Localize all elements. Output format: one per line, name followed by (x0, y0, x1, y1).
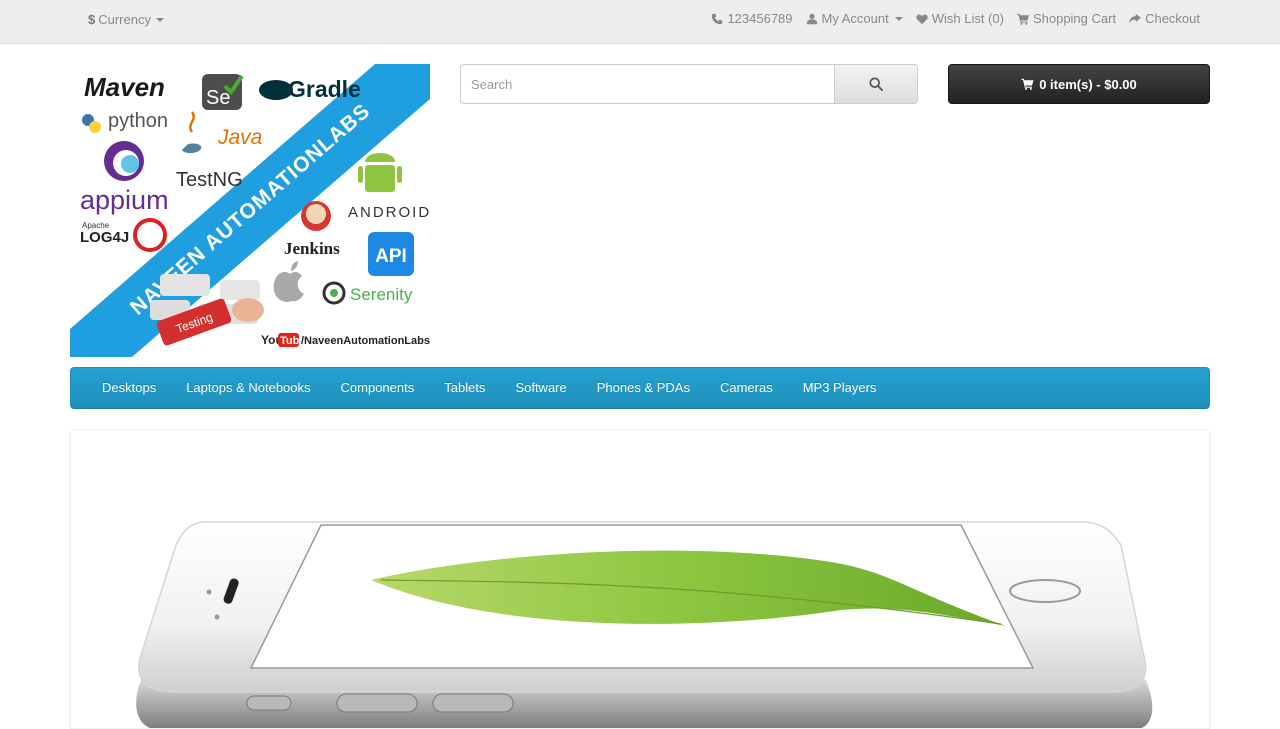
checkout-link[interactable]: Checkout (1129, 11, 1200, 26)
my-account-dropdown[interactable]: My Account (806, 11, 903, 26)
currency-label: Currency (98, 12, 151, 27)
my-account-label: My Account (821, 11, 889, 26)
menu-item-desktops[interactable]: Desktops (87, 368, 171, 408)
menu-item-software[interactable]: Software (500, 368, 581, 408)
shopping-cart-link[interactable]: Shopping Cart (1016, 11, 1117, 26)
menu-item-tablets[interactable]: Tablets (429, 368, 500, 408)
top-bar: $ Currency 123456789 My Account Wish Lis… (0, 0, 1280, 44)
cart-total-label: 0 item(s) - $0.00 (1039, 76, 1137, 92)
currency-symbol: $ (88, 12, 96, 27)
java-logo-text: Java (217, 126, 262, 149)
menu-item-mp3-players[interactable]: MP3 Players (788, 368, 892, 408)
phone-icon (712, 13, 723, 24)
android-logo-text: ANDROID (348, 204, 430, 221)
user-icon (806, 13, 817, 24)
caret-down-icon (894, 16, 903, 21)
youtube-channel-path: /NaveenAutomationLabs (301, 335, 430, 347)
search-group (460, 64, 918, 104)
checkout-label: Checkout (1145, 11, 1200, 26)
wish-list-label: Wish List (0) (931, 11, 1004, 26)
api-logo-text: API (375, 246, 407, 267)
caret-down-icon (155, 17, 164, 22)
appium-logo-text: appium (80, 185, 169, 215)
search-icon (869, 77, 883, 91)
python-logo-text: python (108, 110, 168, 132)
wish-list-link[interactable]: Wish List (0) (916, 11, 1004, 26)
category-menu: Desktops Laptops & Notebooks Components … (70, 367, 1210, 409)
testng-logo-text: TestNG (176, 169, 243, 191)
share-arrow-icon (1129, 13, 1142, 23)
menu-item-cameras[interactable]: Cameras (705, 368, 788, 408)
slideshow[interactable] (70, 429, 1210, 729)
cart-button[interactable]: 0 item(s) - $0.00 (948, 64, 1210, 104)
jenkins-logo-text: Jenkins (284, 239, 340, 258)
menu-item-laptops-notebooks[interactable]: Laptops & Notebooks (171, 368, 325, 408)
logo-image: NAVEEN AUTOMATIONLABS Maven Se Gradle py… (70, 64, 430, 357)
top-links: 123456789 My Account Wish List (0) Shopp… (711, 11, 1200, 26)
menu-item-components[interactable]: Components (326, 368, 430, 408)
currency-dropdown[interactable]: $ Currency (88, 12, 164, 27)
gradle-logo-text: Gradle (288, 76, 361, 102)
shopping-cart-label: Shopping Cart (1032, 11, 1117, 26)
slide-image-iphone (136, 521, 1153, 728)
heart-icon (916, 14, 928, 24)
log4j-logo-text: LOG4J (80, 229, 129, 246)
search-input[interactable] (460, 64, 834, 104)
maven-logo-text: Maven (84, 72, 165, 102)
search-button[interactable] (834, 64, 918, 104)
phone-number: 123456789 (727, 11, 793, 26)
cart-icon (1021, 78, 1034, 90)
serenity-logo-text: Serenity (350, 285, 413, 304)
menu-item-phones-pdas[interactable]: Phones & PDAs (582, 368, 705, 408)
store-logo[interactable]: NAVEEN AUTOMATIONLABS Maven Se Gradle py… (70, 64, 430, 357)
phone-link[interactable]: 123456789 (711, 11, 793, 26)
cart-icon (1016, 13, 1029, 25)
